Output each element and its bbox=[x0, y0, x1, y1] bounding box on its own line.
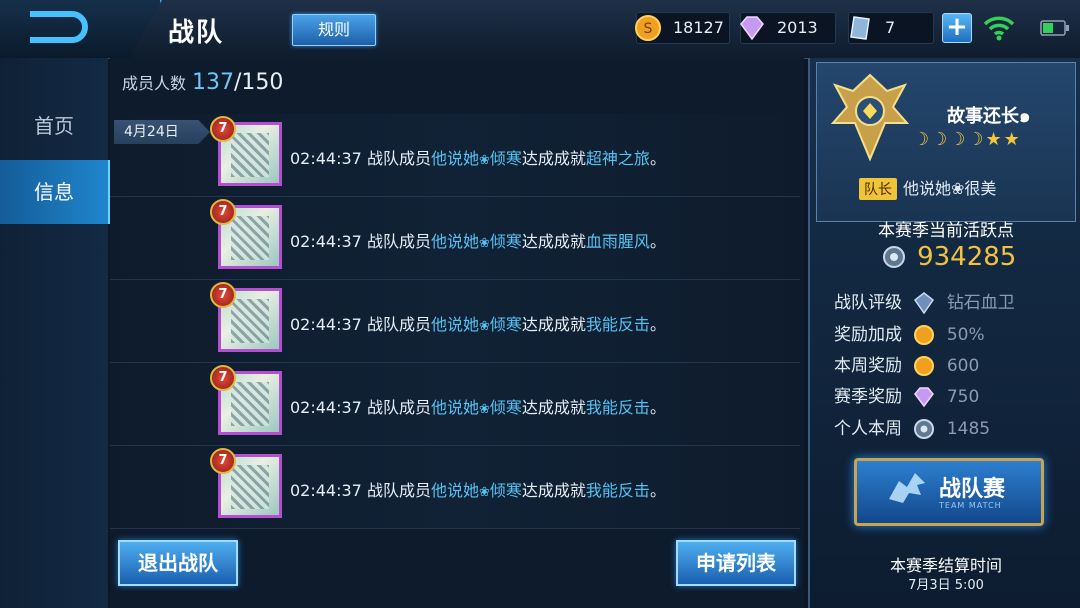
level-badge: 7 bbox=[210, 282, 236, 308]
date-tag: 4月24日 bbox=[114, 120, 210, 144]
team-match-label: 战队赛 bbox=[939, 477, 1006, 502]
member-name-link[interactable]: 他说她❀倾寒 bbox=[431, 398, 522, 417]
back-button[interactable] bbox=[0, 0, 162, 58]
captain-name[interactable]: 他说她❀很美 bbox=[903, 179, 996, 198]
achievement-link[interactable]: 超神之旅 bbox=[586, 149, 650, 168]
level-badge: 7 bbox=[210, 365, 236, 391]
diamond-icon bbox=[740, 16, 764, 41]
side-nav: 首页 信息 bbox=[0, 58, 111, 608]
activity-score-value: 934285 bbox=[917, 242, 1017, 272]
season-settle-time: 7月3日 5:00 bbox=[908, 578, 984, 593]
diamond-counter: 2013 bbox=[740, 12, 836, 44]
voucher-counter: 7 bbox=[848, 12, 934, 44]
level-badge: 7 bbox=[210, 448, 236, 474]
top-bar: 战队 规则 S 18127 2013 7 + bbox=[0, 0, 1080, 59]
activity-point-icon bbox=[883, 246, 905, 268]
voucher-icon bbox=[850, 16, 870, 40]
member-name-link[interactable]: 他说她❀倾寒 bbox=[431, 315, 522, 334]
member-count-total: /150 bbox=[234, 70, 284, 95]
feed-message: 02:44:37 战队成员他说她❀倾寒达成成就血雨腥风。 bbox=[290, 232, 666, 251]
member-name-link[interactable]: 他说她❀倾寒 bbox=[431, 149, 522, 168]
feed-message: 02:44:37 战队成员他说她❀倾寒达成成就超神之旅。 bbox=[290, 149, 666, 168]
team-emblem-icon bbox=[830, 73, 910, 162]
voucher-value: 7 bbox=[885, 18, 896, 37]
feed-message: 02:44:37 战队成员他说她❀倾寒达成成就我能反击。 bbox=[290, 481, 666, 500]
achievement-link[interactable]: 我能反击 bbox=[586, 398, 650, 417]
stat-season-reward: 赛季奖励 750 bbox=[834, 387, 980, 408]
captain-info: 队长 他说她❀很美 bbox=[859, 175, 996, 200]
season-settle-title: 本赛季结算时间 bbox=[889, 556, 1002, 575]
team-name: 故事还长๑ bbox=[947, 106, 1031, 127]
activity-feed[interactable]: 7 02:44:37 战队成员他说她❀倾寒达成成就超神之旅。 7 02:44:3… bbox=[110, 114, 804, 574]
battery-icon bbox=[1040, 20, 1069, 36]
nav-item-home[interactable]: 首页 bbox=[0, 94, 108, 158]
stat-personal-weekly: 个人本周 1485 bbox=[834, 419, 991, 439]
member-name-link[interactable]: 他说她❀倾寒 bbox=[431, 232, 522, 251]
activity-score: 934285 bbox=[882, 242, 1016, 272]
feed-row: 7 02:44:37 战队成员他说她❀倾寒达成成就我能反击。 bbox=[110, 363, 800, 446]
dragon-icon bbox=[889, 473, 925, 503]
feed-row: 7 02:44:37 战队成员他说她❀倾寒达成成就超神之旅。 bbox=[110, 114, 800, 197]
member-count-current: 137 bbox=[192, 70, 235, 95]
feed-message: 02:44:37 战队成员他说她❀倾寒达成成就我能反击。 bbox=[290, 398, 666, 417]
activity-point-icon bbox=[914, 419, 935, 439]
flower-icon: ❀ bbox=[478, 319, 490, 334]
rules-button[interactable]: 规则 bbox=[292, 14, 376, 46]
member-count: 成员人数 137/150 bbox=[122, 70, 283, 95]
team-match-button[interactable]: 战队赛 TEAM MATCH bbox=[854, 458, 1044, 526]
flower-icon: ❀ bbox=[478, 402, 490, 417]
member-count-label: 成员人数 bbox=[122, 74, 187, 93]
diamond-rank-icon bbox=[914, 292, 935, 314]
coin-icon bbox=[914, 325, 935, 345]
feed-row: 7 02:44:37 战队成员他说她❀倾寒达成成就血雨腥风。 bbox=[110, 197, 800, 280]
coin-icon bbox=[914, 356, 935, 376]
flower-icon: ❀ bbox=[478, 236, 490, 251]
coin-value: 18127 bbox=[673, 18, 724, 37]
coin-icon: S bbox=[635, 15, 661, 41]
team-feed-panel: 成员人数 137/150 7 02:44:37 战队成员他说她❀倾寒达成成就超神之… bbox=[110, 58, 804, 608]
team-match-sublabel: TEAM MATCH bbox=[939, 501, 1002, 510]
team-rank-stars: ☽☽☽☽★★ bbox=[913, 129, 1022, 150]
diamond-icon bbox=[914, 387, 935, 408]
feed-row: 7 02:44:37 战队成员他说她❀倾寒达成成就我能反击。 bbox=[110, 446, 800, 529]
stat-team-rating: 战队评级 钻石血卫 bbox=[834, 292, 1015, 314]
level-badge: 7 bbox=[210, 199, 236, 225]
achievement-link[interactable]: 我能反击 bbox=[586, 481, 650, 500]
member-name-link[interactable]: 他说她❀倾寒 bbox=[431, 481, 522, 500]
stat-weekly-reward: 本周奖励 600 bbox=[834, 356, 980, 376]
feed-message: 02:44:37 战队成员他说她❀倾寒达成成就我能反击。 bbox=[290, 315, 666, 334]
page-title: 战队 bbox=[168, 18, 225, 48]
wifi-icon bbox=[983, 16, 1015, 41]
back-arrow-icon bbox=[30, 11, 88, 43]
achievement-link[interactable]: 血雨腥风 bbox=[586, 232, 650, 251]
quit-team-button[interactable]: 退出战队 bbox=[118, 540, 238, 586]
nav-item-info[interactable]: 信息 bbox=[0, 160, 111, 224]
team-card: 故事还长๑ ☽☽☽☽★★ 队长 他说她❀很美 bbox=[816, 62, 1076, 222]
flower-icon: ❀ bbox=[478, 485, 490, 500]
feed-row: 7 02:44:37 战队成员他说她❀倾寒达成成就我能反击。 bbox=[110, 280, 800, 363]
achievement-link[interactable]: 我能反击 bbox=[586, 315, 650, 334]
coin-counter: S 18127 bbox=[635, 12, 730, 44]
level-badge: 7 bbox=[210, 116, 236, 142]
season-activity-title: 本赛季当前活跃点 bbox=[878, 221, 1014, 241]
captain-tag: 队长 bbox=[859, 178, 897, 200]
svg-text:S: S bbox=[644, 21, 653, 37]
diamond-value: 2013 bbox=[777, 18, 818, 37]
team-info-panel: 故事还长๑ ☽☽☽☽★★ 队长 他说她❀很美 本赛季当前活跃点 934285 战队… bbox=[808, 58, 1080, 608]
flower-icon: ❀ bbox=[478, 153, 490, 168]
add-currency-button[interactable]: + bbox=[942, 13, 972, 43]
stat-reward-bonus: 奖励加成 50% bbox=[834, 325, 985, 345]
apply-list-button[interactable]: 申请列表 bbox=[676, 540, 796, 586]
